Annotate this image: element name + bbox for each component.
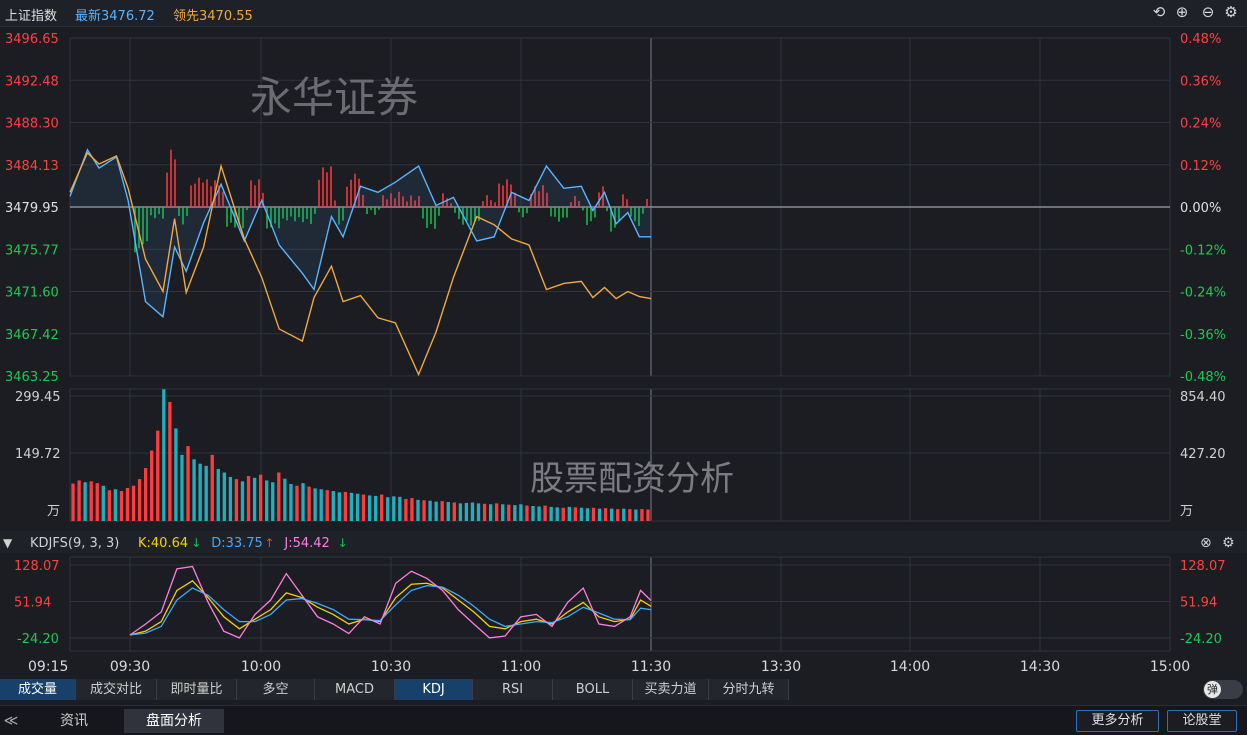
kdj-tick-right: -24.20: [1180, 632, 1222, 647]
arrow-down-icon: ↓: [338, 536, 348, 550]
watermark-analysis: 股票配资分析: [530, 459, 734, 499]
tab-macd[interactable]: MACD: [315, 679, 395, 700]
indicator-tabs: 成交量 成交对比 即时量比 多空 MACD KDJ RSI BOLL 买卖力道 分时九转: [0, 679, 1247, 701]
time-tick: 14:30: [1020, 659, 1060, 675]
volume-tick-left: 299.45: [15, 390, 61, 405]
price-tick-left: 3492.48: [5, 74, 59, 89]
tab-多空[interactable]: 多空: [237, 679, 315, 700]
price-tick-left: 3467.42: [5, 328, 59, 343]
tab-kdj[interactable]: KDJ: [395, 679, 473, 700]
price-lines: [69, 148, 652, 377]
time-tick: 10:00: [241, 659, 281, 675]
time-tick: 13:30: [761, 659, 801, 675]
time-tick: 14:00: [890, 659, 930, 675]
expand-icon[interactable]: ≪: [0, 709, 22, 733]
pct-tick-right: 0.00%: [1180, 201, 1221, 216]
price-tick-left: 3475.77: [5, 243, 59, 258]
time-tick: 15:00: [1150, 659, 1190, 675]
price-tick-left: 3463.25: [5, 370, 59, 385]
volume-tick-right: 万: [1180, 504, 1193, 519]
pct-tick-right: -0.36%: [1180, 328, 1226, 343]
tab-boll[interactable]: BOLL: [553, 679, 633, 700]
kdj-tick-right: 51.94: [1180, 596, 1217, 611]
collapse-icon[interactable]: ▼: [3, 536, 13, 550]
volume-bars: [71, 389, 650, 521]
pct-tick-right: -0.24%: [1180, 286, 1226, 301]
intraday-chart[interactable]: 3496.65 0.48% 3492.48 0.36% 3488.30 0.24% 3484…: [0, 0, 1247, 679]
kdj-tick-right: 128.07: [1180, 559, 1226, 574]
chart-grid: [69, 37, 1171, 652]
pct-tick-right: 0.48%: [1180, 32, 1221, 47]
arrow-up-icon: ↑: [264, 536, 274, 550]
popup-toggle[interactable]: 弹: [1203, 680, 1243, 699]
tab-rsi[interactable]: RSI: [473, 679, 553, 700]
pct-tick-right: 0.12%: [1180, 159, 1221, 174]
tab-分时九转[interactable]: 分时九转: [709, 679, 789, 700]
close-icon[interactable]: ⊗: [1200, 535, 1212, 551]
time-tick: 09:30: [110, 659, 150, 675]
kdj-tick-left: -24.20: [17, 632, 59, 647]
price-tick-left: 3488.30: [5, 117, 59, 132]
tab-买卖力道[interactable]: 买卖力道: [633, 679, 709, 700]
price-tick-left: 3484.13: [5, 159, 59, 174]
pct-tick-right: -0.12%: [1180, 243, 1226, 258]
forum-button[interactable]: 论股堂: [1167, 710, 1237, 732]
time-tick: 11:00: [501, 659, 541, 675]
arrow-down-icon: ↓: [191, 536, 201, 550]
time-axis: 09:15 09:30 10:00 10:30 11:00 11:30 13:30 14:00…: [28, 659, 1190, 675]
kdj-tick-left: 51.94: [14, 596, 51, 611]
popup-toggle-knob: 弹: [1204, 681, 1221, 698]
kdj-legend-d: D:33.75: [211, 536, 263, 551]
kdj-tick-left: 128.07: [14, 559, 60, 574]
volume-tick-right: 854.40: [1180, 390, 1226, 405]
volume-axis: 299.45 854.40 149.72 427.20 万 万: [15, 390, 1226, 519]
volume-tick-right: 427.20: [1180, 447, 1226, 462]
pct-tick-right: 0.36%: [1180, 74, 1221, 89]
volume-tick-left: 149.72: [15, 447, 61, 462]
kdj-legend-j: J:54.42: [283, 536, 329, 551]
price-tick-left: 3471.60: [5, 286, 59, 301]
gear-icon[interactable]: ⚙: [1222, 535, 1235, 551]
footer-bar: ≪ 资讯 盘面分析 更多分析 论股堂: [0, 705, 1247, 735]
time-tick: 09:15: [28, 659, 68, 675]
tab-成交对比[interactable]: 成交对比: [76, 679, 157, 700]
pct-tick-right: -0.48%: [1180, 370, 1226, 385]
volume-tick-left: 万: [47, 504, 60, 519]
price-tick-left: 3479.95: [5, 201, 59, 216]
kdj-legend-k: K:40.64: [138, 536, 188, 551]
tab-成交量[interactable]: 成交量: [0, 679, 76, 700]
more-analysis-button[interactable]: 更多分析: [1076, 710, 1159, 732]
kdj-axis: 128.07 128.07 51.94 51.94 -24.20 -24.20: [14, 559, 1226, 647]
time-tick: 11:30: [631, 659, 671, 675]
pct-tick-right: 0.24%: [1180, 117, 1221, 132]
tab-即时量比[interactable]: 即时量比: [157, 679, 237, 700]
kdj-title: KDJFS(9, 3, 3): [30, 536, 119, 551]
watermark-broker: 永华证券: [250, 73, 418, 122]
tab-news[interactable]: 资讯: [30, 709, 118, 733]
kdj-legend: K:40.64 ↓ D:33.75 ↑ J:54.42 ↓: [138, 536, 348, 551]
time-tick: 10:30: [371, 659, 411, 675]
tab-market-analysis[interactable]: 盘面分析: [124, 709, 224, 733]
price-tick-left: 3496.65: [5, 32, 59, 47]
